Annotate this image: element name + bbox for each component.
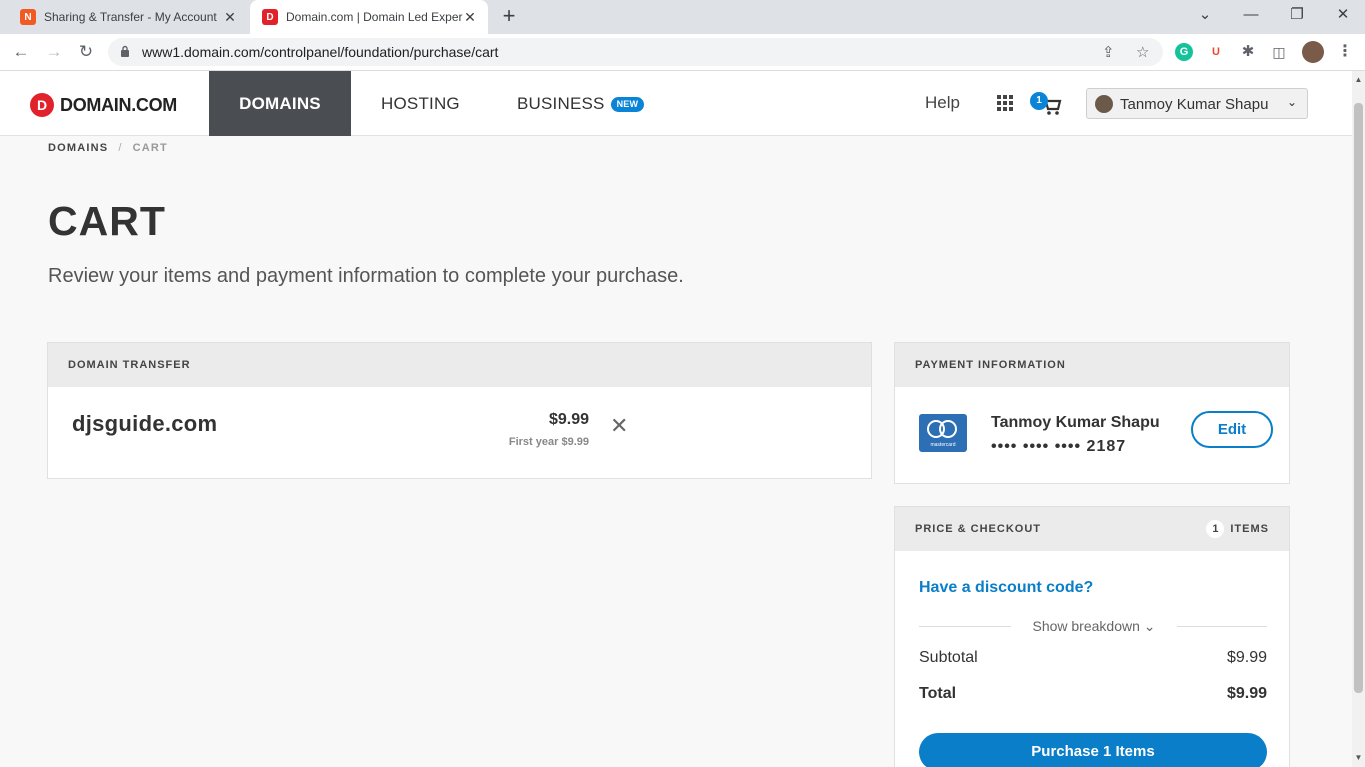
minimize-icon[interactable]: — — [1239, 4, 1263, 26]
new-tab-button[interactable]: + — [498, 5, 520, 27]
scroll-down-icon[interactable]: ▼ — [1352, 753, 1365, 762]
breadcrumb-separator: / — [118, 142, 123, 154]
payment-information-panel: PAYMENT INFORMATION mastercard Tanmoy Ku… — [894, 342, 1290, 484]
price-checkout-title: PRICE & CHECKOUT — [915, 523, 1042, 535]
nav-hosting[interactable]: HOSTING — [381, 71, 460, 136]
tab-title: Domain.com | Domain Led Exper — [286, 10, 463, 24]
subtotal-label: Subtotal — [919, 649, 978, 666]
share-icon[interactable]: ⇪ — [1102, 43, 1115, 61]
cart-item-price-note: First year $9.99 — [508, 436, 589, 448]
forward-icon[interactable]: → — [43, 41, 65, 63]
cart-button[interactable]: 1 — [1030, 92, 1062, 116]
bookmark-star-icon[interactable]: ☆ — [1136, 43, 1149, 61]
breadcrumb-cart: CART — [132, 142, 168, 154]
subtotal-row: Subtotal $9.99 — [919, 649, 1267, 667]
user-menu-button[interactable]: Tanmoy Kumar Shapu ⌄ — [1086, 88, 1308, 119]
restore-icon[interactable]: ❐ — [1285, 4, 1309, 26]
total-label: Total — [919, 685, 957, 702]
grammarly-extension-icon[interactable]: G — [1175, 43, 1193, 61]
address-bar[interactable]: www1.domain.com/controlpanel/foundation/… — [108, 38, 1163, 66]
item-count-number: 1 — [1206, 520, 1225, 538]
side-panel-icon[interactable]: ◫ — [1270, 43, 1288, 61]
close-tab-icon[interactable]: ✕ — [462, 9, 478, 25]
page-title: CART — [48, 198, 166, 244]
cart-domain-name: djsguide.com — [72, 411, 218, 436]
total-row: Total $9.99 — [919, 685, 1267, 703]
back-icon[interactable]: ← — [10, 41, 32, 63]
namecheap-favicon-icon: N — [20, 9, 36, 25]
domain-favicon-icon: D — [262, 9, 278, 25]
scroll-up-icon[interactable]: ▲ — [1352, 75, 1365, 84]
item-count: 1 ITEMS — [1206, 507, 1269, 551]
chevron-down-icon: ⌄ — [1286, 95, 1297, 109]
help-link[interactable]: Help — [925, 93, 960, 113]
price-checkout-heading: PRICE & CHECKOUT 1 ITEMS — [895, 507, 1289, 551]
extensions-puzzle-icon[interactable]: ✱ — [1239, 43, 1257, 61]
payment-information-heading: PAYMENT INFORMATION — [895, 343, 1289, 387]
page-subtitle: Review your items and payment informatio… — [48, 265, 684, 287]
divider — [1177, 626, 1267, 627]
discount-code-link[interactable]: Have a discount code? — [919, 579, 1093, 597]
show-breakdown-text: Show breakdown — [1032, 618, 1140, 634]
domain-transfer-panel: DOMAIN TRANSFER djsguide.com $9.99 First… — [47, 342, 872, 479]
apps-grid-icon[interactable] — [997, 95, 1013, 111]
close-tab-icon[interactable]: ✕ — [222, 9, 238, 25]
nav-business-label: BUSINESS — [517, 94, 605, 113]
close-window-icon[interactable]: ✕ — [1331, 4, 1355, 26]
total-value: $9.99 — [1226, 685, 1267, 702]
divider — [919, 626, 1011, 627]
show-breakdown-label: Show breakdown ⌄ — [1019, 618, 1169, 635]
domain-logo-icon: D — [30, 93, 54, 117]
browser-toolbar: ← → ↻ www1.domain.com/controlpanel/found… — [0, 34, 1365, 71]
nav-business[interactable]: BUSINESS NEW — [517, 71, 645, 136]
logo-text: DOMAIN.COM — [60, 94, 177, 115]
mastercard-icon: mastercard — [919, 414, 967, 452]
card-number: •••• •••• •••• 2187 — [991, 438, 1127, 455]
purchase-button[interactable]: Purchase 1 Items — [919, 733, 1267, 767]
browser-tab-strip: N Sharing & Transfer - My Account ✕ D Do… — [0, 0, 1365, 34]
breadcrumb: DOMAINS / CART — [48, 142, 168, 154]
lock-icon — [121, 45, 129, 57]
subtotal-value: $9.99 — [1226, 649, 1267, 666]
cart-count-badge: 1 — [1030, 92, 1048, 110]
tab-search-icon[interactable]: ⌄ — [1193, 4, 1217, 26]
mastercard-circle-right — [939, 420, 957, 438]
tab-title: Sharing & Transfer - My Account — [44, 10, 217, 24]
item-count-label: ITEMS — [1230, 523, 1269, 535]
edit-payment-button[interactable]: Edit — [1191, 411, 1273, 448]
show-breakdown-toggle[interactable]: Show breakdown ⌄ — [919, 617, 1267, 637]
chrome-menu-icon[interactable]: ⋮ — [1336, 43, 1354, 61]
nav-domains[interactable]: DOMAINS — [209, 71, 351, 136]
user-name: Tanmoy Kumar Shapu — [1120, 96, 1269, 113]
scrollbar-thumb[interactable] — [1354, 103, 1363, 693]
profile-avatar[interactable] — [1302, 41, 1324, 63]
price-checkout-panel: PRICE & CHECKOUT 1 ITEMS Have a discount … — [894, 506, 1290, 767]
chevron-down-icon: ⌄ — [1143, 618, 1156, 634]
card-brand-text: mastercard — [930, 442, 956, 448]
browser-tab-sharing[interactable]: N Sharing & Transfer - My Account ✕ — [8, 0, 248, 34]
ublock-extension-icon[interactable]: U — [1207, 43, 1225, 61]
domain-logo[interactable]: D DOMAIN.COM — [30, 93, 177, 117]
new-badge: NEW — [610, 97, 645, 113]
breadcrumb-domains[interactable]: DOMAINS — [48, 142, 108, 154]
reload-icon[interactable]: ↻ — [75, 41, 97, 63]
cart-item-price: $9.99 — [548, 411, 589, 428]
remove-item-icon[interactable]: ✕ — [610, 415, 628, 437]
browser-tab-domain[interactable]: D Domain.com | Domain Led Exper ✕ — [250, 0, 488, 34]
card-holder-name: Tanmoy Kumar Shapu — [991, 414, 1160, 431]
domain-transfer-heading: DOMAIN TRANSFER — [48, 343, 871, 387]
url-text: www1.domain.com/controlpanel/foundation/… — [142, 44, 499, 60]
page-scrollbar[interactable]: ▲ ▼ — [1352, 71, 1365, 767]
user-avatar — [1095, 95, 1113, 113]
